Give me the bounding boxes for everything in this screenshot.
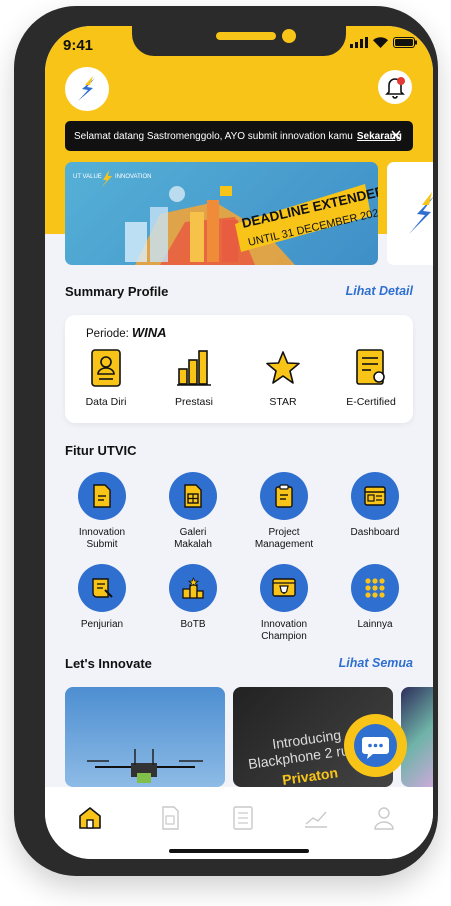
- feature-label-line1: Project: [268, 527, 300, 538]
- feature-penjurian[interactable]: Penjurian: [60, 564, 144, 631]
- star-icon: [266, 351, 300, 384]
- feature-label-line1: Lainnya: [357, 619, 393, 630]
- summary-card: Periode: WINA Data Diri Prestasi STAR E-…: [65, 315, 413, 423]
- banner-brand-right: INNOVATION: [115, 174, 151, 180]
- close-icon[interactable]: [389, 128, 403, 142]
- innovate-link[interactable]: Lihat Semua: [339, 656, 413, 670]
- feature-project-management[interactable]: Project Management: [242, 472, 326, 551]
- summary-item-label: E-Certified: [346, 396, 396, 408]
- feature-label-line1: Galeri: [179, 527, 207, 538]
- chart-icon[interactable]: [301, 803, 331, 833]
- summary-item-label: Data Diri: [85, 396, 127, 408]
- chat-bubble-icon: [362, 737, 389, 759]
- innovate-title: Let's Innovate: [65, 656, 152, 671]
- summary-item-e-certified[interactable]: E-Certified: [331, 349, 411, 408]
- period-value: WINA: [131, 325, 167, 340]
- home-icon[interactable]: [75, 803, 105, 833]
- profile-icon[interactable]: [369, 803, 399, 833]
- feature-botb[interactable]: BoTB: [151, 564, 235, 631]
- trophy-screen-icon: [272, 578, 296, 597]
- announcement-bar: Selamat datang Sastromenggolo, AYO submi…: [65, 121, 413, 151]
- card-text-line3: Privaton: [281, 764, 339, 787]
- period-label: Periode:: [86, 328, 129, 340]
- feature-label-line2: Submit: [86, 539, 118, 550]
- summary-item-prestasi[interactable]: Prestasi: [154, 349, 234, 408]
- innovate-card-drone[interactable]: [65, 687, 225, 787]
- features-title: Fitur UTVIC: [65, 443, 137, 458]
- feature-label-line2: Makalah: [174, 539, 212, 550]
- chat-button[interactable]: [344, 714, 407, 777]
- document-icon[interactable]: [155, 803, 185, 833]
- id-card-icon: [91, 349, 121, 387]
- summary-item-label: STAR: [269, 396, 297, 408]
- feature-label-line2: Champion: [261, 631, 307, 642]
- feature-lainnya[interactable]: Lainnya: [333, 564, 417, 631]
- feature-innovation-submit[interactable]: Innovation Submit: [60, 472, 144, 551]
- summary-title: Summary Profile: [65, 284, 169, 299]
- phone-frame: 9:41 Selamat datang Sastromenggolo, AYO …: [14, 6, 438, 876]
- feature-galeri-makalah[interactable]: Galeri Makalah: [151, 472, 235, 551]
- promo-banner[interactable]: UT VALUE INNOVATION DEADLINE EXTENDED UN…: [65, 162, 378, 265]
- feature-label-line1: Innovation: [78, 527, 126, 538]
- status-icons: [350, 37, 417, 48]
- grid-dots-icon: [365, 578, 385, 598]
- gallery-document-icon: [184, 484, 202, 508]
- battery-icon: [393, 37, 417, 48]
- drone-photo: [87, 749, 203, 783]
- feature-label-line1: Penjurian: [80, 619, 124, 630]
- period-row: Periode: WINA: [86, 325, 167, 340]
- feature-label-line2: Management: [254, 539, 314, 550]
- feature-dashboard[interactable]: Dashboard: [333, 472, 417, 539]
- signal-icon: [350, 37, 368, 48]
- promo-banner-next[interactable]: [387, 162, 433, 265]
- certificate-icon: [356, 349, 385, 385]
- summary-item-data-diri[interactable]: Data Diri: [66, 349, 146, 408]
- summary-detail-link[interactable]: Lihat Detail: [346, 284, 413, 298]
- clipboard-icon: [275, 484, 293, 508]
- feature-innovation-champion[interactable]: Innovation Champion: [242, 564, 326, 643]
- summary-item-label: Prestasi: [175, 396, 213, 408]
- banner-brand-left: UT VALUE: [73, 174, 102, 180]
- feature-label-line1: Innovation: [260, 619, 308, 630]
- podium-icon: [182, 576, 204, 599]
- app-logo[interactable]: [65, 67, 109, 111]
- wifi-icon: [373, 37, 388, 48]
- document-icon: [93, 484, 111, 508]
- feature-label-line1: BoTB: [180, 619, 206, 630]
- dashboard-icon: [364, 486, 386, 506]
- announcement-text: Selamat datang Sastromenggolo, AYO submi…: [74, 130, 353, 142]
- notification-button[interactable]: [378, 70, 412, 104]
- phone-notch: [132, 26, 346, 56]
- judging-scroll-icon: [92, 578, 113, 598]
- bar-chart-icon: [177, 350, 211, 386]
- lightning-logo-icon: [409, 192, 433, 234]
- home-indicator: [169, 849, 309, 853]
- summary-item-star[interactable]: STAR: [243, 349, 323, 408]
- list-icon[interactable]: [228, 803, 258, 833]
- app-screen: 9:41 Selamat datang Sastromenggolo, AYO …: [45, 26, 433, 859]
- feature-label-line1: Dashboard: [350, 527, 400, 538]
- status-time: 9:41: [63, 37, 94, 54]
- lightning-logo-icon: [78, 76, 95, 101]
- banner-illustration: UT VALUE INNOVATION DEADLINE EXTENDED UN…: [73, 170, 378, 265]
- bell-icon: [385, 77, 405, 99]
